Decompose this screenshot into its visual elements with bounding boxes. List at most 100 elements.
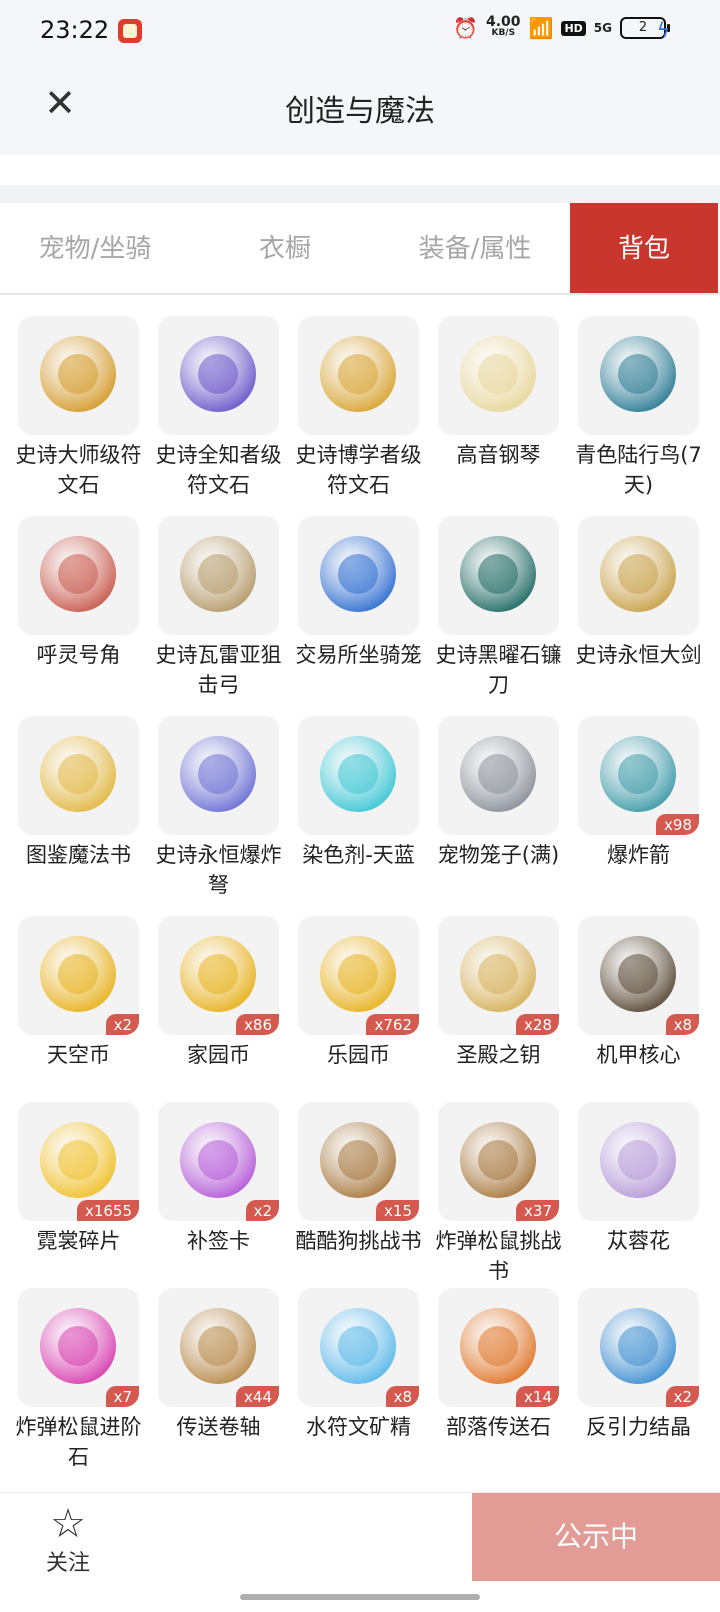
item-cell[interactable]: 宠物笼子(满) bbox=[438, 716, 559, 916]
follow-label: 关注 bbox=[45, 1551, 90, 1576]
network-speed: 4.00 KB/S bbox=[486, 14, 521, 39]
item-name: 机甲核心 bbox=[596, 1043, 681, 1067]
star-icon: ☆ bbox=[50, 1501, 86, 1547]
item-cell[interactable]: 史诗全知者级符文石 bbox=[156, 316, 282, 516]
item-cell[interactable]: 苁蓉花 bbox=[578, 1102, 699, 1288]
item-name: 炸弹松鼠进阶石 bbox=[15, 1415, 142, 1469]
scroll-icon: x44 bbox=[158, 1288, 279, 1407]
item-cell[interactable]: 史诗博学者级符文石 bbox=[296, 316, 422, 516]
item-quantity: x44 bbox=[236, 1386, 279, 1407]
speed-value: 4.00 bbox=[486, 14, 521, 30]
gem-icon: x7 bbox=[18, 1288, 139, 1407]
public-status-button[interactable]: 公示中 bbox=[472, 1493, 720, 1581]
tab-equipment[interactable]: 装备/属性 bbox=[380, 203, 570, 293]
item-cell[interactable]: 交易所坐骑笼 bbox=[296, 516, 422, 716]
item-cell[interactable]: 史诗瓦雷亚狙击弓 bbox=[156, 516, 282, 716]
item-cell[interactable]: x28 圣殿之钥 bbox=[438, 916, 559, 1102]
tab-backpack[interactable]: 背包 bbox=[570, 203, 718, 293]
book-icon bbox=[18, 716, 139, 835]
item-cell[interactable]: 呼灵号角 bbox=[18, 516, 139, 716]
speed-unit: KB/S bbox=[491, 28, 516, 38]
stone-icon: x14 bbox=[438, 1288, 559, 1407]
item-name: 青色陆行鸟(7天) bbox=[575, 443, 702, 497]
item-cell[interactable]: 史诗永恒大剑 bbox=[576, 516, 702, 716]
item-cell[interactable]: x2 补签卡 bbox=[158, 1102, 279, 1288]
item-cell[interactable]: x15 酷酷狗挑战书 bbox=[296, 1102, 422, 1288]
item-quantity: x2 bbox=[105, 1014, 139, 1035]
item-name: 爆炸箭 bbox=[607, 843, 670, 867]
item-quantity: x762 bbox=[366, 1014, 419, 1035]
item-cell[interactable]: x98 爆炸箭 bbox=[578, 716, 699, 916]
item-quantity: x2 bbox=[665, 1386, 699, 1407]
item-cell[interactable]: x86 家园币 bbox=[158, 916, 279, 1102]
item-quantity: x37 bbox=[516, 1200, 559, 1221]
item-cell[interactable]: 图鉴魔法书 bbox=[18, 716, 139, 916]
item-cell[interactable]: x1655 霓裳碎片 bbox=[18, 1102, 139, 1288]
item-name: 交易所坐骑笼 bbox=[295, 643, 422, 667]
follow-button[interactable]: ☆ 关注 bbox=[30, 1503, 106, 1577]
item-cell[interactable]: x37 炸弹松鼠挑战书 bbox=[436, 1102, 562, 1288]
status-bar: 23:22 ⏰ 4.00 KB/S 📶 HD 5G 2 ϟ bbox=[0, 0, 720, 66]
tab-bar: 宠物/坐骑 衣橱 装备/属性 背包 bbox=[0, 203, 720, 295]
item-cell[interactable]: x8 水符文矿精 bbox=[298, 1288, 419, 1488]
item-name: 史诗永恒大剑 bbox=[575, 643, 702, 667]
item-name: 史诗大师级符文石 bbox=[15, 443, 142, 497]
item-name: 史诗黑曜石镰刀 bbox=[435, 643, 562, 697]
ice-crystal-icon: x8 bbox=[298, 1288, 419, 1407]
item-cell[interactable]: x2 天空币 bbox=[18, 916, 139, 1102]
item-cell[interactable]: 史诗黑曜石镰刀 bbox=[436, 516, 562, 716]
item-quantity: x15 bbox=[376, 1200, 419, 1221]
home-indicator[interactable] bbox=[240, 1594, 480, 1600]
item-cell[interactable]: 史诗永恒爆炸弩 bbox=[156, 716, 282, 916]
item-quantity: x28 bbox=[516, 1014, 559, 1035]
item-cell[interactable]: x7 炸弹松鼠进阶石 bbox=[16, 1288, 142, 1488]
item-cell[interactable]: x2 反引力结晶 bbox=[578, 1288, 699, 1488]
bow-icon bbox=[158, 516, 279, 635]
crossbow-icon bbox=[158, 716, 279, 835]
item-cell[interactable]: 高音钢琴 bbox=[438, 316, 559, 516]
item-cell[interactable]: x8 机甲核心 bbox=[578, 916, 699, 1102]
item-cell[interactable]: x44 传送卷轴 bbox=[158, 1288, 279, 1488]
coin-park-icon: x762 bbox=[298, 916, 419, 1035]
arrow-icon: x98 bbox=[578, 716, 699, 835]
alarm-icon: ⏰ bbox=[453, 16, 478, 40]
item-cell[interactable]: 染色剂-天蓝 bbox=[298, 716, 419, 916]
item-quantity: x98 bbox=[656, 814, 699, 835]
backpack-grid: 史诗大师级符文石 史诗全知者级符文石 史诗博学者级符文石 高音钢琴 青色陆行鸟(7天) 呼… bbox=[16, 316, 702, 1488]
top-area: 23:22 ⏰ 4.00 KB/S 📶 HD 5G 2 ϟ ✕ 创造与魔法 bbox=[0, 0, 720, 155]
mech-core-icon: x8 bbox=[578, 916, 699, 1035]
item-cell[interactable]: 青色陆行鸟(7天) bbox=[575, 316, 702, 516]
item-name: 炸弹松鼠挑战书 bbox=[435, 1229, 562, 1283]
item-name: 史诗瓦雷亚狙击弓 bbox=[155, 643, 282, 697]
piano-icon bbox=[438, 316, 559, 435]
wanted-dog-icon: x15 bbox=[298, 1102, 419, 1221]
item-quantity: x8 bbox=[385, 1386, 419, 1407]
item-cell[interactable]: 史诗大师级符文石 bbox=[16, 316, 142, 516]
item-name: 水符文矿精 bbox=[306, 1415, 411, 1439]
item-name: 宠物笼子(满) bbox=[437, 843, 560, 867]
header: ✕ 创造与魔法 bbox=[0, 66, 720, 152]
item-cell[interactable]: x14 部落传送石 bbox=[438, 1288, 559, 1488]
page-title: 创造与魔法 bbox=[285, 94, 435, 129]
item-name: 天空币 bbox=[47, 1043, 110, 1067]
coin-home-icon: x86 bbox=[158, 916, 279, 1035]
shirt-icon: x1655 bbox=[18, 1102, 139, 1221]
status-time: 23:22 bbox=[40, 16, 110, 44]
potion-icon bbox=[298, 716, 419, 835]
crystal-icon: x2 bbox=[578, 1288, 699, 1407]
status-icons: ⏰ 4.00 KB/S 📶 HD 5G 2 bbox=[453, 14, 670, 40]
item-quantity: x86 bbox=[236, 1014, 279, 1035]
item-quantity: x8 bbox=[665, 1014, 699, 1035]
item-name: 传送卷轴 bbox=[176, 1415, 261, 1439]
card-icon: x2 bbox=[158, 1102, 279, 1221]
tab-pets-mounts[interactable]: 宠物/坐骑 bbox=[0, 203, 190, 293]
item-name: 呼灵号角 bbox=[36, 643, 121, 667]
item-name: 家园币 bbox=[187, 1043, 250, 1067]
pet-cage-icon bbox=[438, 716, 559, 835]
tab-wardrobe[interactable]: 衣橱 bbox=[190, 203, 380, 293]
item-cell[interactable]: x762 乐园币 bbox=[298, 916, 419, 1102]
rune-purple-icon bbox=[158, 316, 279, 435]
horn-icon bbox=[18, 516, 139, 635]
item-name: 酷酷狗挑战书 bbox=[295, 1229, 422, 1253]
item-name: 乐园币 bbox=[327, 1043, 390, 1067]
